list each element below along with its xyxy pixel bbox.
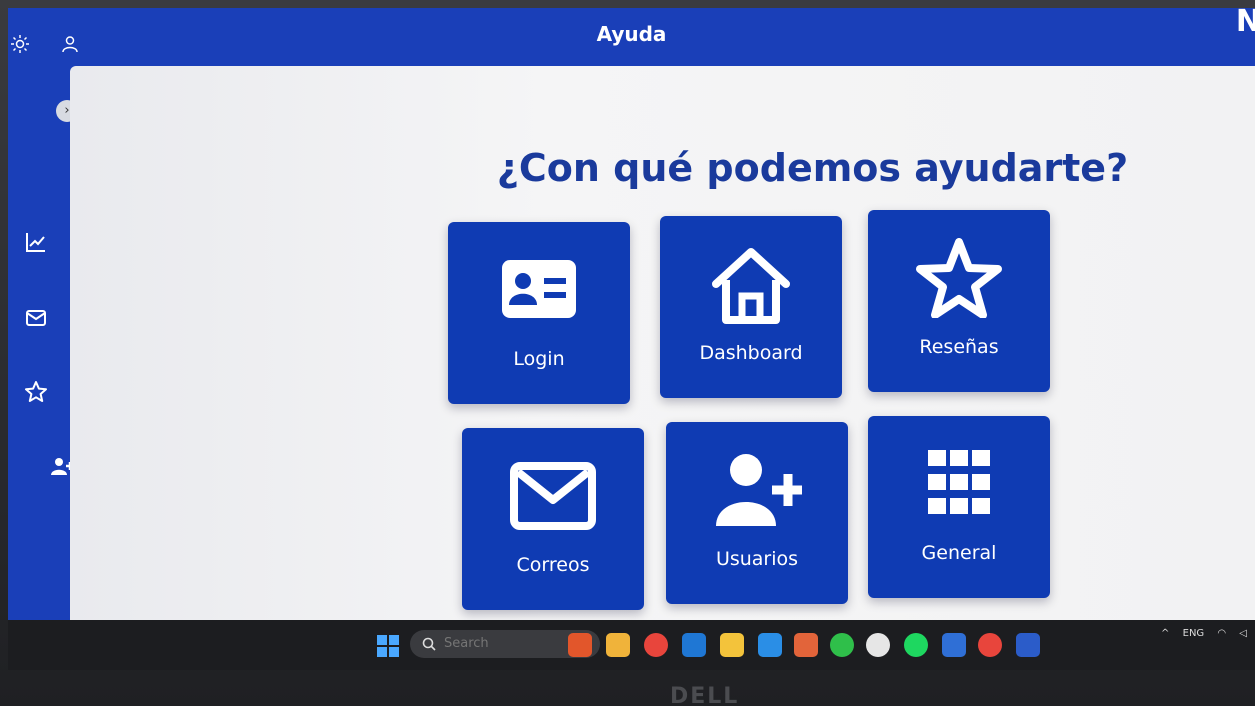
card-label: Usuarios	[715, 548, 799, 570]
help-heading: ¿Con qué podemos ayudarte?	[496, 146, 1129, 190]
dell-logo: DELL	[670, 684, 740, 706]
card-label: Dashboard	[699, 342, 803, 364]
taskbar-app-icon[interactable]	[942, 633, 966, 657]
wifi-icon[interactable]: ◠	[1217, 628, 1226, 639]
user-add-icon	[716, 454, 802, 526]
folder-icon[interactable]	[720, 633, 744, 657]
card-resenas[interactable]: Reseñas	[868, 210, 1050, 392]
taskbar-app-icon[interactable]	[606, 633, 630, 657]
chrome-icon[interactable]	[978, 633, 1002, 657]
main-panel: ¿Con qué podemos ayudarte? Login Dashboa…	[70, 66, 1255, 644]
chart-line-icon[interactable]	[24, 230, 48, 254]
whatsapp-icon[interactable]	[830, 633, 854, 657]
mail-icon	[510, 462, 596, 530]
grid-icon	[928, 450, 990, 514]
volume-icon[interactable]: ◁	[1239, 628, 1247, 639]
taskbar-app-icon[interactable]	[568, 633, 592, 657]
page-title: Ayuda	[596, 22, 667, 46]
id-card-icon	[502, 260, 576, 318]
card-correos[interactable]: Correos	[462, 428, 644, 610]
corner-text: N	[1235, 8, 1255, 39]
star-icon	[916, 238, 1002, 318]
top-bar: Ayuda N	[8, 8, 1255, 60]
home-icon	[712, 248, 790, 324]
card-label: Login	[513, 348, 565, 370]
git-icon[interactable]	[794, 633, 818, 657]
outlook-icon[interactable]	[682, 633, 706, 657]
chrome-icon[interactable]	[644, 633, 668, 657]
card-label: Reseñas	[919, 336, 999, 358]
card-dashboard[interactable]: Dashboard	[660, 216, 842, 398]
card-label: Correos	[516, 554, 590, 576]
tray-chevron[interactable]: ^	[1161, 628, 1169, 639]
search-icon	[422, 637, 436, 651]
sidebar	[8, 60, 74, 658]
app-screen: Ayuda N › ¿Con qué podemos ayudarte? Log…	[8, 8, 1255, 658]
os-taskbar: ^ ENG ◠ ◁	[8, 620, 1255, 670]
card-usuarios[interactable]: Usuarios	[666, 422, 848, 604]
mail-icon[interactable]	[24, 306, 48, 330]
star-icon[interactable]	[24, 380, 48, 404]
word-icon[interactable]	[1016, 633, 1040, 657]
card-general[interactable]: General	[868, 416, 1050, 598]
vscode-icon[interactable]	[758, 633, 782, 657]
card-label: General	[921, 542, 997, 564]
tray-language[interactable]: ENG	[1183, 628, 1205, 639]
windows-start-icon[interactable]	[376, 634, 400, 658]
card-login[interactable]: Login	[448, 222, 630, 404]
spotify-icon[interactable]	[904, 633, 928, 657]
slack-icon[interactable]	[866, 633, 890, 657]
system-tray: ^ ENG ◠ ◁	[1151, 628, 1247, 639]
